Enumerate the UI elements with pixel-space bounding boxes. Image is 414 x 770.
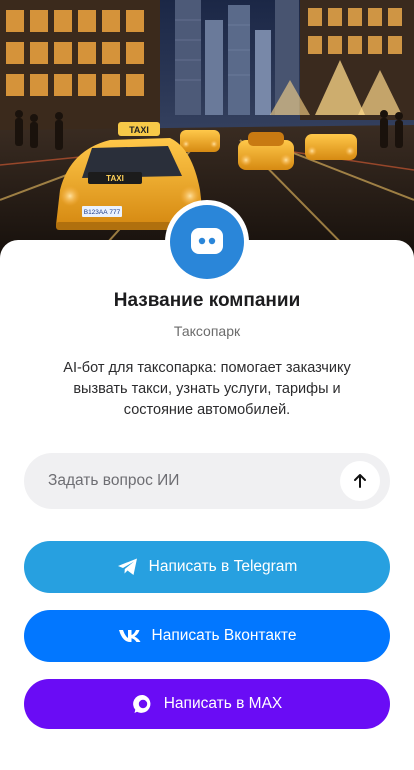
company-avatar [165, 200, 249, 284]
ask-ai-field [24, 453, 390, 509]
telegram-button-label: Написать в Telegram [148, 558, 298, 575]
taxi-roof-sign: TAXI [129, 125, 149, 135]
send-button[interactable] [340, 461, 380, 501]
vk-button-label: Написать Вконтакте [151, 627, 297, 644]
max-icon [132, 693, 154, 715]
vk-icon [118, 629, 142, 643]
vk-button[interactable]: Написать Вконтакте [24, 610, 390, 662]
chat-bot-icon [170, 205, 244, 279]
arrow-up-icon [354, 474, 366, 488]
telegram-button[interactable]: Написать в Telegram [24, 541, 390, 593]
company-description: AI-бот для таксопарка: помогает заказчик… [63, 360, 351, 418]
company-name: Название компании [113, 290, 301, 311]
ask-ai-input[interactable] [48, 453, 348, 509]
license-plate: В123АА 777 [84, 209, 121, 216]
svg-text:TAXI: TAXI [106, 174, 124, 183]
company-type: Таксопарк [173, 323, 241, 339]
page: TAXI TAXI В123АА 777 Название компании Т… [0, 0, 414, 770]
max-button[interactable]: Написать в MAX [24, 679, 390, 729]
max-button-label: Написать в MAX [163, 695, 283, 712]
telegram-icon [117, 557, 139, 577]
